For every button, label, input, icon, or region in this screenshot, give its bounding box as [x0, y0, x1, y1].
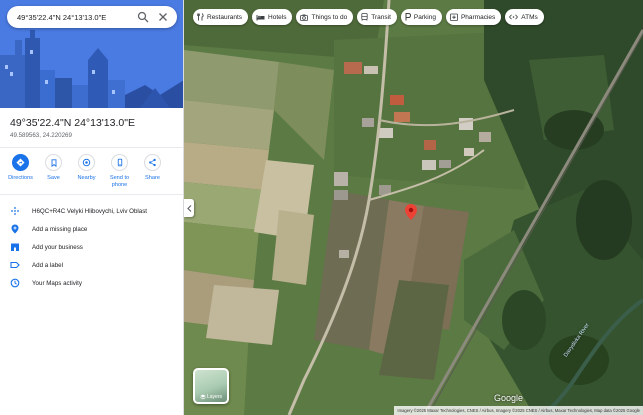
google-logo: Google [494, 393, 524, 403]
action-label: Save [47, 175, 60, 181]
history-icon [10, 278, 20, 288]
search-icon[interactable] [137, 11, 149, 23]
layers-icon [200, 394, 206, 400]
parking-icon [405, 13, 411, 21]
chip-atms[interactable]: ATMs [505, 9, 544, 25]
place-panel: 49°35'22.4"N 24°13'13.0"E 49.589563, 24.… [0, 0, 184, 415]
close-icon[interactable] [157, 11, 169, 23]
action-label: Directions [8, 175, 33, 181]
phone-icon [117, 158, 122, 167]
add-label-text: Add a label [32, 261, 63, 269]
restaurant-icon [197, 13, 204, 21]
chip-label: Transit [371, 13, 391, 21]
bookmark-icon [51, 158, 56, 167]
chip-parking[interactable]: Parking [400, 9, 442, 25]
chip-label: Things to do [311, 13, 348, 21]
add-business-text: Add your business [32, 243, 83, 251]
directions-icon [16, 158, 25, 167]
place-coordinates: 49.589563, 24.220269 [10, 132, 72, 139]
action-label: Nearby [77, 175, 96, 181]
plus-code-text: H6QC+R4C Velyki Hlibovychi, Lviv Oblast [32, 207, 148, 215]
transit-icon [361, 13, 368, 21]
chip-label: Hotels [268, 13, 287, 21]
maps-activity-row[interactable]: Your Maps activity [0, 274, 183, 292]
business-icon [11, 243, 19, 251]
atm-icon [509, 14, 519, 20]
place-title: 49°35'22.4"N 24°13'13.0"E [10, 117, 135, 129]
chip-label: Parking [413, 13, 436, 21]
chip-label: Pharmacies [460, 13, 496, 21]
chip-pharmacies[interactable]: Pharmacies [445, 9, 502, 25]
details-list: H6QC+R4C Velyki Hlibovychi, Lviv Oblast … [0, 202, 183, 292]
camera-icon [300, 14, 309, 21]
category-chips: Restaurants Hotels Things to do Transit … [193, 9, 544, 25]
add-missing-place-text: Add a missing place [32, 225, 88, 233]
location-pin-icon[interactable] [405, 204, 417, 220]
add-place-icon [11, 224, 19, 234]
google-maps-window: Davydivka River 49°35'22.4"N 24°13'13.0"… [0, 0, 643, 415]
label-icon [10, 261, 20, 269]
directions-button[interactable]: Directions [4, 154, 37, 189]
chip-label: Restaurants [207, 13, 243, 21]
plus-code-row[interactable]: H6QC+R4C Velyki Hlibovychi, Lviv Oblast [0, 202, 183, 220]
share-icon [149, 158, 156, 167]
add-missing-place-row[interactable]: Add a missing place [0, 220, 183, 238]
maps-activity-text: Your Maps activity [32, 279, 82, 287]
layers-button[interactable]: Layers [193, 368, 229, 404]
chip-things-to-do[interactable]: Things to do [296, 9, 354, 25]
add-business-row[interactable]: Add your business [0, 238, 183, 256]
plus-code-icon [11, 207, 19, 215]
collapse-panel-button[interactable] [184, 199, 194, 217]
nearby-icon [82, 158, 91, 167]
save-button[interactable]: Save [37, 154, 70, 189]
share-button[interactable]: Share [136, 154, 169, 189]
action-label: Share [145, 175, 160, 181]
add-label-row[interactable]: Add a label [0, 256, 183, 274]
pharmacy-icon [450, 13, 458, 21]
chip-label: ATMs [521, 13, 538, 21]
search-box[interactable] [7, 6, 177, 28]
chip-hotels[interactable]: Hotels [252, 9, 293, 25]
layers-label: Layers [206, 394, 222, 400]
search-input[interactable] [17, 12, 127, 22]
map-attribution[interactable]: Imagery ©2025 Maxar Technologies, CNES /… [394, 406, 643, 415]
divider [0, 194, 183, 195]
action-label: Send to phone [109, 175, 130, 188]
divider [0, 147, 183, 148]
hotel-icon [256, 14, 265, 20]
chip-restaurants[interactable]: Restaurants [193, 9, 249, 25]
nearby-button[interactable]: Nearby [70, 154, 103, 189]
action-bar: Directions Save Nearby Send to phone Sha… [4, 154, 180, 189]
layers-label-wrap: Layers [195, 394, 227, 400]
chip-transit[interactable]: Transit [357, 9, 397, 25]
send-to-phone-button[interactable]: Send to phone [103, 154, 136, 189]
chevron-left-icon [186, 204, 191, 212]
